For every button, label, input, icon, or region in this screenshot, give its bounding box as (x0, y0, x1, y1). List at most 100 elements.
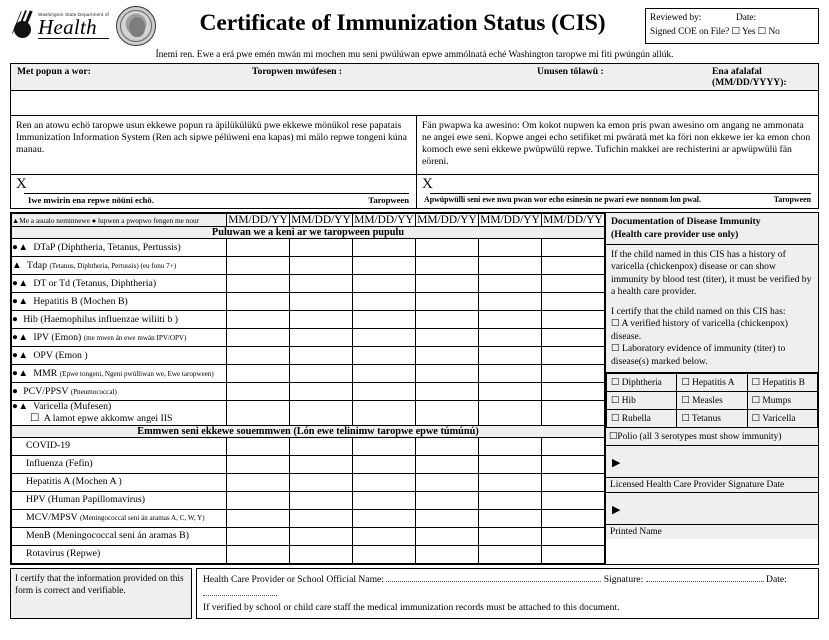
vaccine-date-cell[interactable] (415, 490, 479, 510)
vaccine-date-cell[interactable] (478, 328, 542, 348)
vaccine-date-cell[interactable] (289, 544, 353, 564)
vaccine-date-cell[interactable] (541, 364, 605, 384)
immunity-disease-checkbox[interactable]: ☐ (611, 378, 619, 388)
vaccine-date-cell[interactable] (226, 364, 290, 384)
vaccine-date-cell[interactable] (289, 454, 353, 474)
vaccine-date-cell[interactable] (352, 454, 416, 474)
vaccine-date-cell[interactable] (541, 454, 605, 474)
vaccine-date-cell[interactable] (352, 382, 416, 402)
vaccine-date-cell[interactable] (352, 346, 416, 366)
vaccine-date-cell[interactable] (226, 292, 290, 312)
vaccine-date-cell[interactable] (541, 544, 605, 564)
vaccine-date-cell[interactable] (289, 256, 353, 276)
polio-checkbox-row[interactable]: ☐Polio (all 3 serotypes must show immuni… (606, 428, 818, 446)
vaccine-date-cell[interactable] (541, 508, 605, 528)
vaccine-date-cell[interactable] (478, 544, 542, 564)
footer-date-input[interactable] (203, 594, 277, 596)
vaccine-date-cell[interactable] (415, 472, 479, 492)
vaccine-date-cell[interactable] (415, 508, 479, 528)
vaccine-date-cell[interactable] (478, 364, 542, 384)
vaccine-date-cell[interactable] (541, 472, 605, 492)
immunity-disease-cell[interactable]: ☐ Hib (605, 391, 678, 410)
immunity-disease-checkbox[interactable]: ☐ (752, 378, 760, 388)
vaccine-date-cell[interactable] (289, 400, 353, 426)
immunity-disease-cell[interactable]: ☐ Diphtheria (605, 373, 678, 392)
vaccine-date-cell[interactable] (352, 292, 416, 312)
vaccine-date-cell[interactable] (478, 310, 542, 330)
vaccine-date-cell[interactable] (541, 436, 605, 456)
vaccine-date-cell[interactable] (289, 274, 353, 294)
vaccine-date-cell[interactable] (289, 238, 353, 258)
vaccine-date-cell[interactable] (541, 310, 605, 330)
vaccine-date-cell[interactable] (352, 472, 416, 492)
coe-no-checkbox[interactable]: ☐ (758, 27, 766, 37)
vaccine-date-cell[interactable] (352, 508, 416, 528)
vaccine-date-cell[interactable] (478, 472, 542, 492)
immunity-check-2-row[interactable]: ☐ Laboratory evidence of immunity (titer… (611, 343, 813, 368)
vaccine-date-cell[interactable] (289, 346, 353, 366)
vaccine-date-cell[interactable] (478, 382, 542, 402)
vaccine-date-cell[interactable] (541, 292, 605, 312)
vaccine-date-cell[interactable] (478, 346, 542, 366)
vaccine-date-cell[interactable] (541, 328, 605, 348)
immunity-disease-cell[interactable]: ☐ Varicella (746, 409, 819, 428)
vaccine-date-cell[interactable] (415, 400, 479, 426)
vaccine-date-cell[interactable] (226, 238, 290, 258)
vaccine-date-cell[interactable] (415, 346, 479, 366)
vaccine-date-cell[interactable] (478, 256, 542, 276)
vaccine-date-cell[interactable] (478, 526, 542, 546)
immunity-check-1-row[interactable]: ☐ A verified history of varicella (chick… (611, 318, 813, 343)
vaccine-date-cell[interactable] (541, 490, 605, 510)
vaccine-date-cell[interactable] (541, 382, 605, 402)
vaccine-date-cell[interactable] (415, 454, 479, 474)
vaccine-date-cell[interactable] (352, 544, 416, 564)
vaccine-date-cell[interactable] (352, 274, 416, 294)
vaccine-date-cell[interactable] (289, 292, 353, 312)
vaccine-date-cell[interactable] (415, 274, 479, 294)
vaccine-date-cell[interactable] (289, 364, 353, 384)
vaccine-date-cell[interactable] (226, 472, 290, 492)
immunity-disease-checkbox[interactable]: ☐ (611, 414, 619, 424)
vaccine-date-cell[interactable] (226, 454, 290, 474)
vaccine-date-cell[interactable] (415, 364, 479, 384)
vaccine-date-cell[interactable] (478, 400, 542, 426)
vaccine-date-cell[interactable] (289, 490, 353, 510)
immunity-disease-cell[interactable]: ☐ Mumps (746, 391, 819, 410)
vaccine-date-cell[interactable] (226, 490, 290, 510)
vaccine-date-cell[interactable] (289, 508, 353, 528)
vaccine-date-cell[interactable] (415, 544, 479, 564)
vaccine-date-cell[interactable] (226, 310, 290, 330)
vaccine-date-cell[interactable] (226, 274, 290, 294)
provider-name-input[interactable] (386, 580, 602, 582)
vaccine-date-cell[interactable] (226, 436, 290, 456)
vaccine-date-cell[interactable] (415, 328, 479, 348)
immunity-check-1-box[interactable]: ☐ (611, 318, 620, 329)
immunity-disease-checkbox[interactable]: ☐ (752, 414, 760, 424)
immunity-check-2-box[interactable]: ☐ (611, 343, 620, 354)
vaccine-date-cell[interactable] (289, 382, 353, 402)
vaccine-date-cell[interactable] (415, 526, 479, 546)
vaccine-date-cell[interactable] (289, 328, 353, 348)
vaccine-date-cell[interactable] (352, 490, 416, 510)
vaccine-date-cell[interactable] (226, 382, 290, 402)
parent-signature-block[interactable]: X Iwe mwirin ena repwe nöüni echö. Tarop… (11, 174, 417, 209)
vaccine-date-cell[interactable] (478, 238, 542, 258)
vaccine-date-cell[interactable] (226, 526, 290, 546)
vaccine-date-cell[interactable] (226, 508, 290, 528)
form-field-entry-row[interactable] (11, 91, 818, 116)
vaccine-date-cell[interactable] (541, 526, 605, 546)
immunity-disease-cell[interactable]: ☐ Hepatitis A (676, 373, 748, 392)
vaccine-date-cell[interactable] (415, 436, 479, 456)
vaccine-date-cell[interactable] (226, 256, 290, 276)
varicella-iis-checkbox[interactable]: ☐ (30, 413, 39, 425)
vaccine-date-cell[interactable] (226, 400, 290, 426)
vaccine-date-cell[interactable] (478, 274, 542, 294)
vaccine-date-cell[interactable] (478, 490, 542, 510)
vaccine-date-cell[interactable] (352, 364, 416, 384)
vaccine-date-cell[interactable] (415, 310, 479, 330)
vaccine-date-cell[interactable] (415, 292, 479, 312)
vaccine-date-cell[interactable] (289, 526, 353, 546)
immunity-disease-cell[interactable]: ☐ Measles (676, 391, 748, 410)
printed-name-field[interactable]: ▶ (606, 493, 818, 525)
vaccine-date-cell[interactable] (352, 526, 416, 546)
